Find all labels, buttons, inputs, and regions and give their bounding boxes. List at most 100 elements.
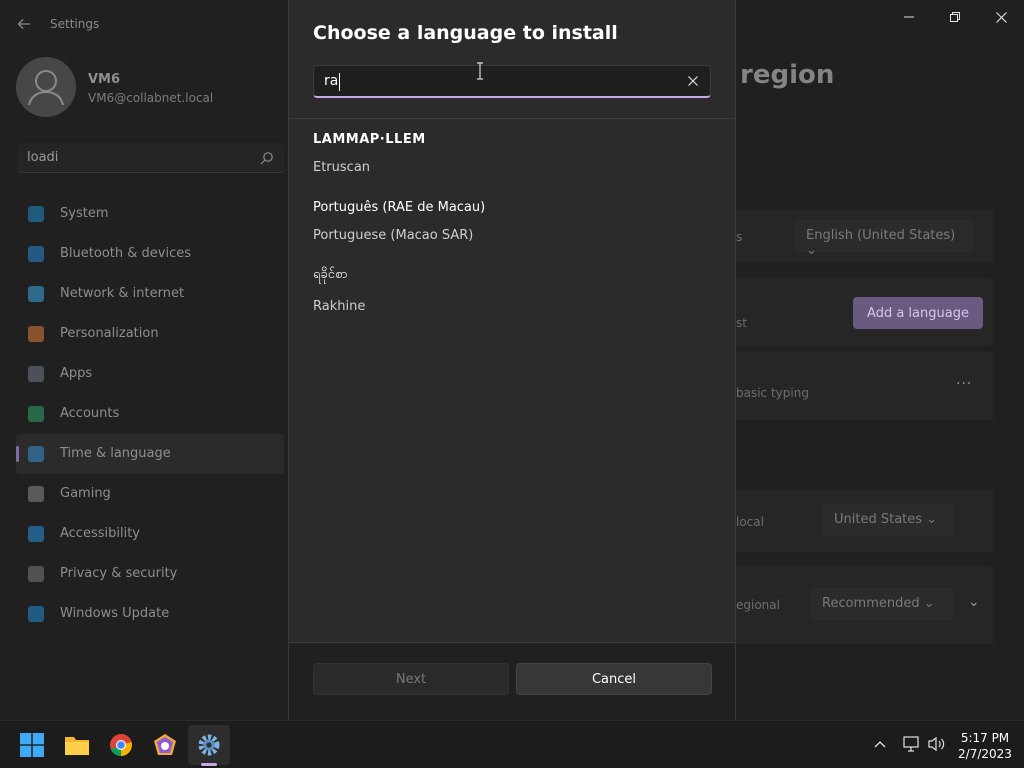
sidebar-item-accounts[interactable]: Accounts	[16, 394, 284, 434]
bluetooth-icon	[28, 246, 44, 262]
network-icon[interactable]	[902, 736, 920, 752]
sidebar-item-label: System	[60, 206, 109, 221]
divider	[289, 118, 735, 119]
country-region-dropdown[interactable]: United States ⌄	[822, 504, 954, 536]
display-language-label: s	[736, 230, 743, 244]
brush-icon	[28, 326, 44, 342]
sidebar-item-network-internet[interactable]: Network & internet	[16, 274, 284, 314]
sidebar-nav: System Bluetooth & devices Network & inter…	[16, 194, 288, 634]
monitor-icon	[28, 206, 44, 222]
dialog-footer: Next Cancel	[289, 642, 735, 720]
language-results-list: LAMMAP·LLEM Etruscan Português (RAE de M…	[289, 120, 735, 328]
language-result-rakhine[interactable]: ရခိုင်စာ Rakhine	[289, 258, 735, 328]
chevron-down-icon: ⌄	[806, 243, 817, 258]
user-email: VM6@collabnet.local	[88, 91, 214, 105]
page-title: region	[740, 60, 835, 90]
sidebar-item-time-language[interactable]: Time & language	[16, 434, 284, 474]
accessibility-icon	[28, 526, 44, 542]
pinned-app-button[interactable]	[149, 729, 181, 761]
wifi-icon	[28, 286, 44, 302]
sidebar-item-label: Time & language	[60, 446, 171, 461]
language-native-name: ရခိုင်စာ	[313, 267, 348, 282]
find-setting-input[interactable]: loadi	[18, 143, 284, 173]
app-title: Settings	[50, 17, 100, 31]
clear-search-button[interactable]	[684, 72, 702, 90]
sidebar-item-label: Accessibility	[60, 526, 140, 541]
sidebar-item-bluetooth-devices[interactable]: Bluetooth & devices	[16, 234, 284, 274]
dialog-title: Choose a language to install	[313, 22, 618, 44]
sidebar-item-label: Gaming	[60, 486, 111, 501]
back-button[interactable]	[12, 12, 36, 36]
display-language-value: English (United States)	[806, 228, 956, 243]
sidebar-item-label: Windows Update	[60, 606, 170, 621]
chevron-down-icon: ⌄	[926, 512, 938, 527]
close-button[interactable]	[978, 6, 1024, 28]
sidebar-item-label: Apps	[60, 366, 93, 381]
language-result-portuguese-macao[interactable]: Português (RAE de Macau) Portuguese (Mac…	[289, 190, 735, 258]
apps-icon	[28, 366, 44, 382]
cancel-button[interactable]: Cancel	[516, 663, 712, 695]
shield-icon	[28, 566, 44, 582]
search-icon	[260, 152, 273, 165]
user-name: VM6	[88, 72, 121, 87]
ibeam-cursor-icon	[477, 62, 483, 80]
sidebar-item-gaming[interactable]: Gaming	[16, 474, 284, 514]
regional-format-value: Recommended	[822, 596, 920, 611]
chrome-icon	[110, 734, 132, 757]
next-button[interactable]: Next	[313, 663, 509, 695]
gamepad-icon	[28, 486, 44, 502]
language-english-name: Portuguese (Macao SAR)	[313, 228, 474, 243]
chrome-button[interactable]	[105, 729, 137, 761]
sidebar-item-privacy-security[interactable]: Privacy & security	[16, 554, 284, 594]
language-search-input[interactable]: ra	[313, 65, 711, 98]
restore-icon	[950, 12, 960, 22]
settings-icon	[198, 734, 220, 756]
language-english-name: Rakhine	[313, 299, 366, 314]
update-icon	[28, 606, 44, 622]
language-item-description: basic typing	[736, 386, 809, 400]
settings-taskbar-button[interactable]	[193, 729, 225, 761]
more-options-icon[interactable]: ···	[956, 376, 972, 392]
country-region-value: United States	[834, 512, 923, 527]
sidebar-item-label: Personalization	[60, 326, 159, 341]
sidebar-item-apps[interactable]: Apps	[16, 354, 284, 394]
language-native-name: LAMMAP·LLEM	[313, 132, 426, 147]
sidebar-item-windows-update[interactable]: Windows Update	[16, 594, 284, 634]
person-icon	[28, 70, 64, 106]
language-english-name: Etruscan	[313, 160, 371, 175]
restore-button[interactable]	[932, 6, 978, 28]
sidebar-item-accessibility[interactable]: Accessibility	[16, 514, 284, 554]
volume-icon[interactable]	[928, 736, 946, 752]
regional-format-dropdown[interactable]: Recommended ⌄	[810, 588, 954, 620]
back-arrow-icon	[17, 19, 30, 29]
display-language-card: s English (United States) ⌄	[736, 210, 994, 262]
add-language-button[interactable]: Add a language	[853, 297, 983, 329]
language-item-card[interactable]: basic typing ···	[736, 352, 994, 420]
regional-format-label: egional	[736, 598, 780, 612]
sidebar-item-label: Privacy & security	[60, 566, 178, 581]
sidebar-item-label: Accounts	[60, 406, 120, 421]
desktop: Settings VM6 VM6@collabnet.local loadi S…	[0, 0, 1024, 768]
close-icon	[688, 76, 698, 86]
start-button[interactable]	[16, 729, 48, 761]
minimize-icon	[904, 16, 914, 18]
language-native-name: Português (RAE de Macau)	[313, 200, 486, 215]
clock[interactable]: 5:17 PM 2/7/2023	[950, 730, 1020, 762]
minimize-button[interactable]	[886, 6, 932, 28]
show-hidden-icons-button[interactable]	[874, 737, 886, 752]
person-icon	[28, 406, 44, 422]
sidebar-item-label: Network & internet	[60, 286, 185, 301]
display-language-dropdown[interactable]: English (United States) ⌄	[794, 220, 974, 258]
clock-time: 5:17 PM	[960, 731, 1010, 745]
sidebar-item-personalization[interactable]: Personalization	[16, 314, 284, 354]
user-card[interactable]: VM6 VM6@collabnet.local	[16, 56, 286, 122]
preferred-languages-label: st	[736, 316, 747, 330]
file-explorer-button[interactable]	[61, 729, 93, 761]
sidebar-item-system[interactable]: System	[16, 194, 284, 234]
language-result-etruscan[interactable]: LAMMAP·LLEM Etruscan	[289, 120, 735, 190]
clock-date: 2/7/2023	[958, 747, 1012, 761]
country-region-card: local United States ⌄	[736, 490, 994, 552]
regional-format-card[interactable]: egional Recommended ⌄ ⌄	[736, 566, 994, 644]
chevron-up-icon	[874, 741, 886, 748]
expand-chevron-icon[interactable]: ⌄	[968, 594, 981, 610]
